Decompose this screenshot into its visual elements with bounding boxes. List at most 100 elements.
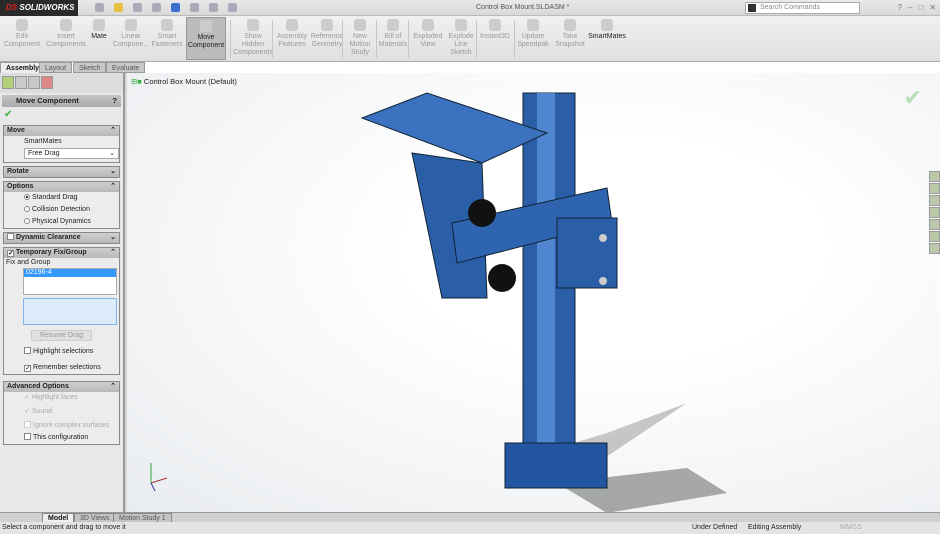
window-title: Control Box Mount.SLDASM * <box>476 4 570 11</box>
list-item[interactable]: 02196-4 <box>24 269 116 277</box>
ribbon-button-new-motion-study[interactable]: New Motion Study <box>346 19 374 57</box>
minimize-icon[interactable]: – <box>908 3 912 12</box>
file-explorer-icon[interactable] <box>929 195 940 206</box>
search-commands-input[interactable]: Search Commands <box>745 2 860 14</box>
maximize-icon[interactable]: □ <box>918 3 923 12</box>
undo-icon[interactable] <box>171 3 180 12</box>
status-bar: Select a component and drag to move it U… <box>0 522 940 534</box>
ribbon-label: Smart Fasteners <box>151 33 183 48</box>
feature-tree-tab-icon[interactable] <box>2 76 14 89</box>
ribbon-button-show-hidden-components[interactable]: Show Hidden Components <box>233 19 273 57</box>
this-configuration-checkbox[interactable]: This configuration <box>4 432 119 444</box>
command-icon <box>601 19 613 31</box>
command-icon <box>489 19 501 31</box>
fix-list[interactable]: 02196-4 <box>23 268 117 295</box>
radio-collision-detection[interactable]: Collision Detection <box>4 204 119 216</box>
ignore-complex-checkbox[interactable]: Ignore complex surfaces <box>4 420 119 432</box>
divider <box>514 20 515 58</box>
ribbon-button-exploded-view[interactable]: Exploded View <box>412 19 444 49</box>
ribbon-button-assembly-features[interactable]: Assembly Features <box>275 19 309 49</box>
help-icon[interactable]: ? <box>112 95 117 107</box>
ribbon-button-update-speedpak[interactable]: Update Speedpak <box>516 19 550 49</box>
save-icon[interactable] <box>133 3 142 12</box>
custom-properties-icon[interactable] <box>929 231 940 242</box>
temporary-fix-header[interactable]: ✓ Temporary Fix/Group ⌃ <box>4 248 119 258</box>
open-icon[interactable] <box>114 3 123 12</box>
close-icon[interactable]: ✕ <box>929 3 936 12</box>
dynamic-clearance-header[interactable]: Dynamic Clearance ⌄ <box>4 233 119 243</box>
move-header[interactable]: Move ⌃ <box>4 126 119 136</box>
select-icon[interactable] <box>190 3 199 12</box>
mount-plate <box>360 92 549 164</box>
ribbon-label: Instant3D <box>480 33 510 40</box>
ribbon-label: Show Hidden Components <box>233 33 273 56</box>
command-icon <box>564 19 576 31</box>
property-manager: Move Component? ✔ Move ⌃ SmartMates Free … <box>0 73 125 512</box>
ribbon-label: Mate <box>91 33 107 40</box>
ribbon-button-explode-line-sketch[interactable]: Explode Line Sketch <box>447 19 475 57</box>
appearances-icon[interactable] <box>929 219 940 230</box>
resume-drag-button[interactable]: Resume Drag <box>30 330 93 341</box>
sound-checkbox[interactable]: ✓ Sound <box>4 406 119 418</box>
command-icon <box>247 19 259 31</box>
help-icon[interactable]: ? <box>898 3 902 12</box>
divider <box>342 20 343 58</box>
status-mode: Editing Assembly <box>748 524 802 531</box>
divider <box>408 20 409 58</box>
group-list[interactable] <box>23 298 117 325</box>
command-icon <box>422 19 434 31</box>
ribbon-button-insert-components[interactable]: Insert Components <box>44 19 88 49</box>
print-icon[interactable] <box>152 3 161 12</box>
radio-standard-drag[interactable]: Standard Drag <box>4 192 119 204</box>
quick-access-toolbar <box>95 3 237 12</box>
ribbon-button-reference-geometry[interactable]: Reference Geometry <box>310 19 344 49</box>
ribbon-button-take-snapshot[interactable]: Take Snapshot <box>553 19 587 49</box>
tab-layout[interactable]: Layout <box>39 62 73 73</box>
command-icon <box>60 19 72 31</box>
graphics-area[interactable]: ⊞■ Control Box Mount (Default) ✔ <box>127 73 940 512</box>
forum-icon[interactable] <box>929 243 940 254</box>
ribbon-label: SmartMates <box>588 33 626 40</box>
display-tab-icon[interactable] <box>41 76 53 89</box>
resources-icon[interactable] <box>929 171 940 182</box>
radio-physical-dynamics[interactable]: Physical Dynamics <box>4 216 119 228</box>
highlight-faces-checkbox[interactable]: ✓ Highlight faces <box>4 392 119 404</box>
view-palette-icon[interactable] <box>929 207 940 218</box>
options-header[interactable]: Options ⌃ <box>4 182 119 192</box>
ribbon-button-bill-of-materials[interactable]: Bill of Materials <box>378 19 408 49</box>
options-icon[interactable] <box>228 3 237 12</box>
ribbon-button-smartmates[interactable]: SmartMates <box>588 19 626 41</box>
new-icon[interactable] <box>95 3 104 12</box>
command-icon <box>200 20 212 32</box>
command-icon <box>286 19 298 31</box>
ribbon-button-mate[interactable]: Mate <box>88 19 110 41</box>
design-library-icon[interactable] <box>929 183 940 194</box>
rebuild-icon[interactable] <box>209 3 218 12</box>
tab-evaluate[interactable]: Evaluate <box>106 62 146 73</box>
ribbon-label: Update Speedpak <box>517 33 549 48</box>
assembly-model[interactable] <box>127 73 940 512</box>
ribbon-button-linear-compone[interactable]: Linear Compone... <box>112 19 150 49</box>
ribbon-label: Take Snapshot <box>555 33 585 48</box>
units-selector[interactable]: MMGS <box>840 522 862 534</box>
drag-mode-select[interactable]: Free Drag ⌄ <box>24 148 119 159</box>
tab-sketch[interactable]: Sketch <box>73 62 107 73</box>
ribbon-label: Bill of Materials <box>378 33 408 48</box>
command-icon <box>387 19 399 31</box>
smartmates-button[interactable]: SmartMates <box>4 136 119 148</box>
ribbon-button-move-component[interactable]: Move Component <box>186 17 226 60</box>
title-bar: DS SOLIDWORKS Control Box Mount.SLDASM *… <box>0 0 940 16</box>
remember-selections-checkbox[interactable]: ✓ Remember selections <box>4 362 119 374</box>
configuration-tab-icon[interactable] <box>28 76 40 89</box>
solidworks-logo[interactable]: DS SOLIDWORKS <box>0 0 78 16</box>
ribbon-button-edit-component[interactable]: Edit Component <box>2 19 42 49</box>
command-icon <box>455 19 467 31</box>
advanced-options-header[interactable]: Advanced Options ⌃ <box>4 382 119 392</box>
knob <box>488 264 516 292</box>
ok-check-icon[interactable]: ✔ <box>0 109 123 122</box>
highlight-selections-checkbox[interactable]: Highlight selections <box>4 346 119 358</box>
ribbon-button-smart-fasteners[interactable]: Smart Fasteners <box>150 19 184 49</box>
property-manager-tab-icon[interactable] <box>15 76 27 89</box>
ribbon-button-instant3d[interactable]: Instant3D <box>478 19 512 41</box>
rotate-header[interactable]: Rotate ⌄ <box>4 167 119 177</box>
